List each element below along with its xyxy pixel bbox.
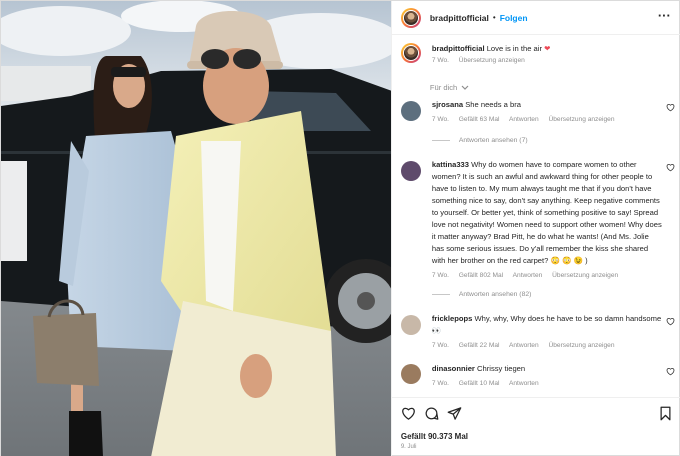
comment-username[interactable]: sjrosana [432, 100, 463, 109]
post-sidebar: bradpittofficial • Folgen ··· bradpittof… [390, 1, 680, 456]
view-replies-label: Antworten ansehen (7) [458, 137, 528, 144]
likes-count[interactable]: Gefällt 90.373 Mal [401, 432, 468, 441]
separator-dot: • [492, 13, 496, 22]
caption-text: Love is in the air [486, 44, 542, 53]
comment-avatar[interactable] [400, 315, 421, 335]
comment-translate[interactable]: Übersetzung anzeigen [549, 116, 615, 123]
heart-icon[interactable] [666, 367, 675, 376]
comment-username[interactable]: fricklepops [432, 314, 473, 323]
view-replies-label: Antworten ansehen (82) [458, 291, 532, 298]
caption-meta: 7 Wo. Übersetzung anzeigen [432, 55, 662, 67]
share-icon[interactable] [447, 406, 462, 421]
comment-username[interactable]: kattina333 [432, 160, 469, 169]
view-replies[interactable]: Antworten ansehen (7) [431, 137, 528, 144]
comment-avatar[interactable] [400, 364, 421, 384]
follow-button[interactable]: Folgen [500, 13, 528, 23]
ellipsis-icon[interactable]: ··· [658, 9, 671, 22]
bookmark-icon[interactable] [658, 406, 673, 421]
comment-time[interactable]: 7 Wo. [432, 272, 449, 279]
heart-icon[interactable] [666, 103, 675, 112]
comment-reply[interactable]: Antworten [509, 380, 539, 387]
caption-translate[interactable]: Übersetzung anzeigen [459, 57, 525, 64]
comment-text: Why do women have to compare women to ot… [431, 160, 662, 265]
action-bar: Gefällt 90.373 Mal 9. Juli [391, 397, 680, 456]
comment-meta: 7 Wo. Gefällt 22 Mal Antworten Übersetzu… [432, 340, 662, 352]
comment-likes[interactable]: Gefällt 22 Mal [459, 342, 500, 349]
fuer-dich-label: Für dich [429, 83, 458, 92]
caption-body: bradpittofficial Love is in the air ❤ 7 … [432, 43, 662, 67]
post-header: bradpittofficial • Folgen ··· [391, 1, 680, 35]
comment-translate[interactable]: Übersetzung anzeigen [549, 342, 615, 349]
fuer-dich-dropdown[interactable]: Für dich [430, 83, 469, 92]
caption-time[interactable]: 7 Wo. [432, 57, 449, 64]
comment-item: kattina333 Why do women have to compare … [392, 159, 680, 304]
view-replies[interactable]: Antworten ansehen (82) [431, 291, 532, 298]
comment-reply[interactable]: Antworten [509, 116, 539, 123]
caption-avatar[interactable] [400, 43, 421, 63]
comment-likes[interactable]: Gefällt 63 Mal [459, 116, 500, 123]
comment-likes[interactable]: Gefällt 802 Mal [459, 272, 503, 279]
post-date[interactable]: 9. Juli [401, 444, 417, 450]
comment-likes[interactable]: Gefällt 10 Mal [459, 380, 500, 387]
comment-item: dinasonnier Chrissy tiegen 7 Wo. Gefällt… [392, 363, 680, 395]
comment-meta: 7 Wo. Gefällt 63 Mal Antworten Übersetzu… [432, 114, 662, 126]
comment-icon[interactable] [424, 406, 439, 421]
comment-avatar[interactable] [400, 161, 421, 181]
post-photo[interactable] [1, 1, 391, 456]
comment-body: fricklepops Why, why, Why does he have t… [432, 313, 662, 352]
post-image [1, 1, 391, 456]
heart-icon[interactable] [666, 317, 675, 326]
comment-reply[interactable]: Antworten [513, 272, 543, 279]
comment-item: sjrosana She needs a bra 7 Wo. Gefällt 6… [392, 99, 680, 149]
comment-meta: 7 Wo. Gefällt 10 Mal Antworten [432, 378, 662, 390]
comment-time[interactable]: 7 Wo. [432, 342, 449, 349]
comment-body: kattina333 Why do women have to compare … [432, 159, 662, 282]
comment-item: fricklepops Why, why, Why does he have t… [392, 313, 680, 358]
avatar[interactable] [400, 7, 421, 28]
comment-username[interactable]: dinasonnier [432, 364, 475, 373]
caption-username[interactable]: bradpittofficial [432, 44, 485, 53]
heart-icon[interactable] [666, 163, 675, 172]
comment-body: sjrosana She needs a bra 7 Wo. Gefällt 6… [432, 99, 662, 126]
comment-time[interactable]: 7 Wo. [432, 380, 449, 387]
comment-translate[interactable]: Übersetzung anzeigen [552, 272, 618, 279]
comment-text: She needs a bra [465, 100, 521, 109]
comment-body: dinasonnier Chrissy tiegen 7 Wo. Gefällt… [432, 363, 662, 390]
comment-time[interactable]: 7 Wo. [432, 116, 449, 123]
caption-emoji: ❤ [544, 44, 551, 53]
comment-meta: 7 Wo. Gefällt 802 Mal Antworten Übersetz… [432, 270, 662, 282]
comment-text: Chrissy tiegen [477, 364, 526, 373]
heart-icon[interactable] [401, 406, 416, 421]
comment-avatar[interactable] [400, 101, 421, 121]
chevron-down-icon [461, 85, 469, 90]
comment-reply[interactable]: Antworten [509, 342, 539, 349]
instagram-post-modal: bradpittofficial • Folgen ··· bradpittof… [0, 0, 680, 456]
header-username[interactable]: bradpittofficial [430, 13, 489, 23]
